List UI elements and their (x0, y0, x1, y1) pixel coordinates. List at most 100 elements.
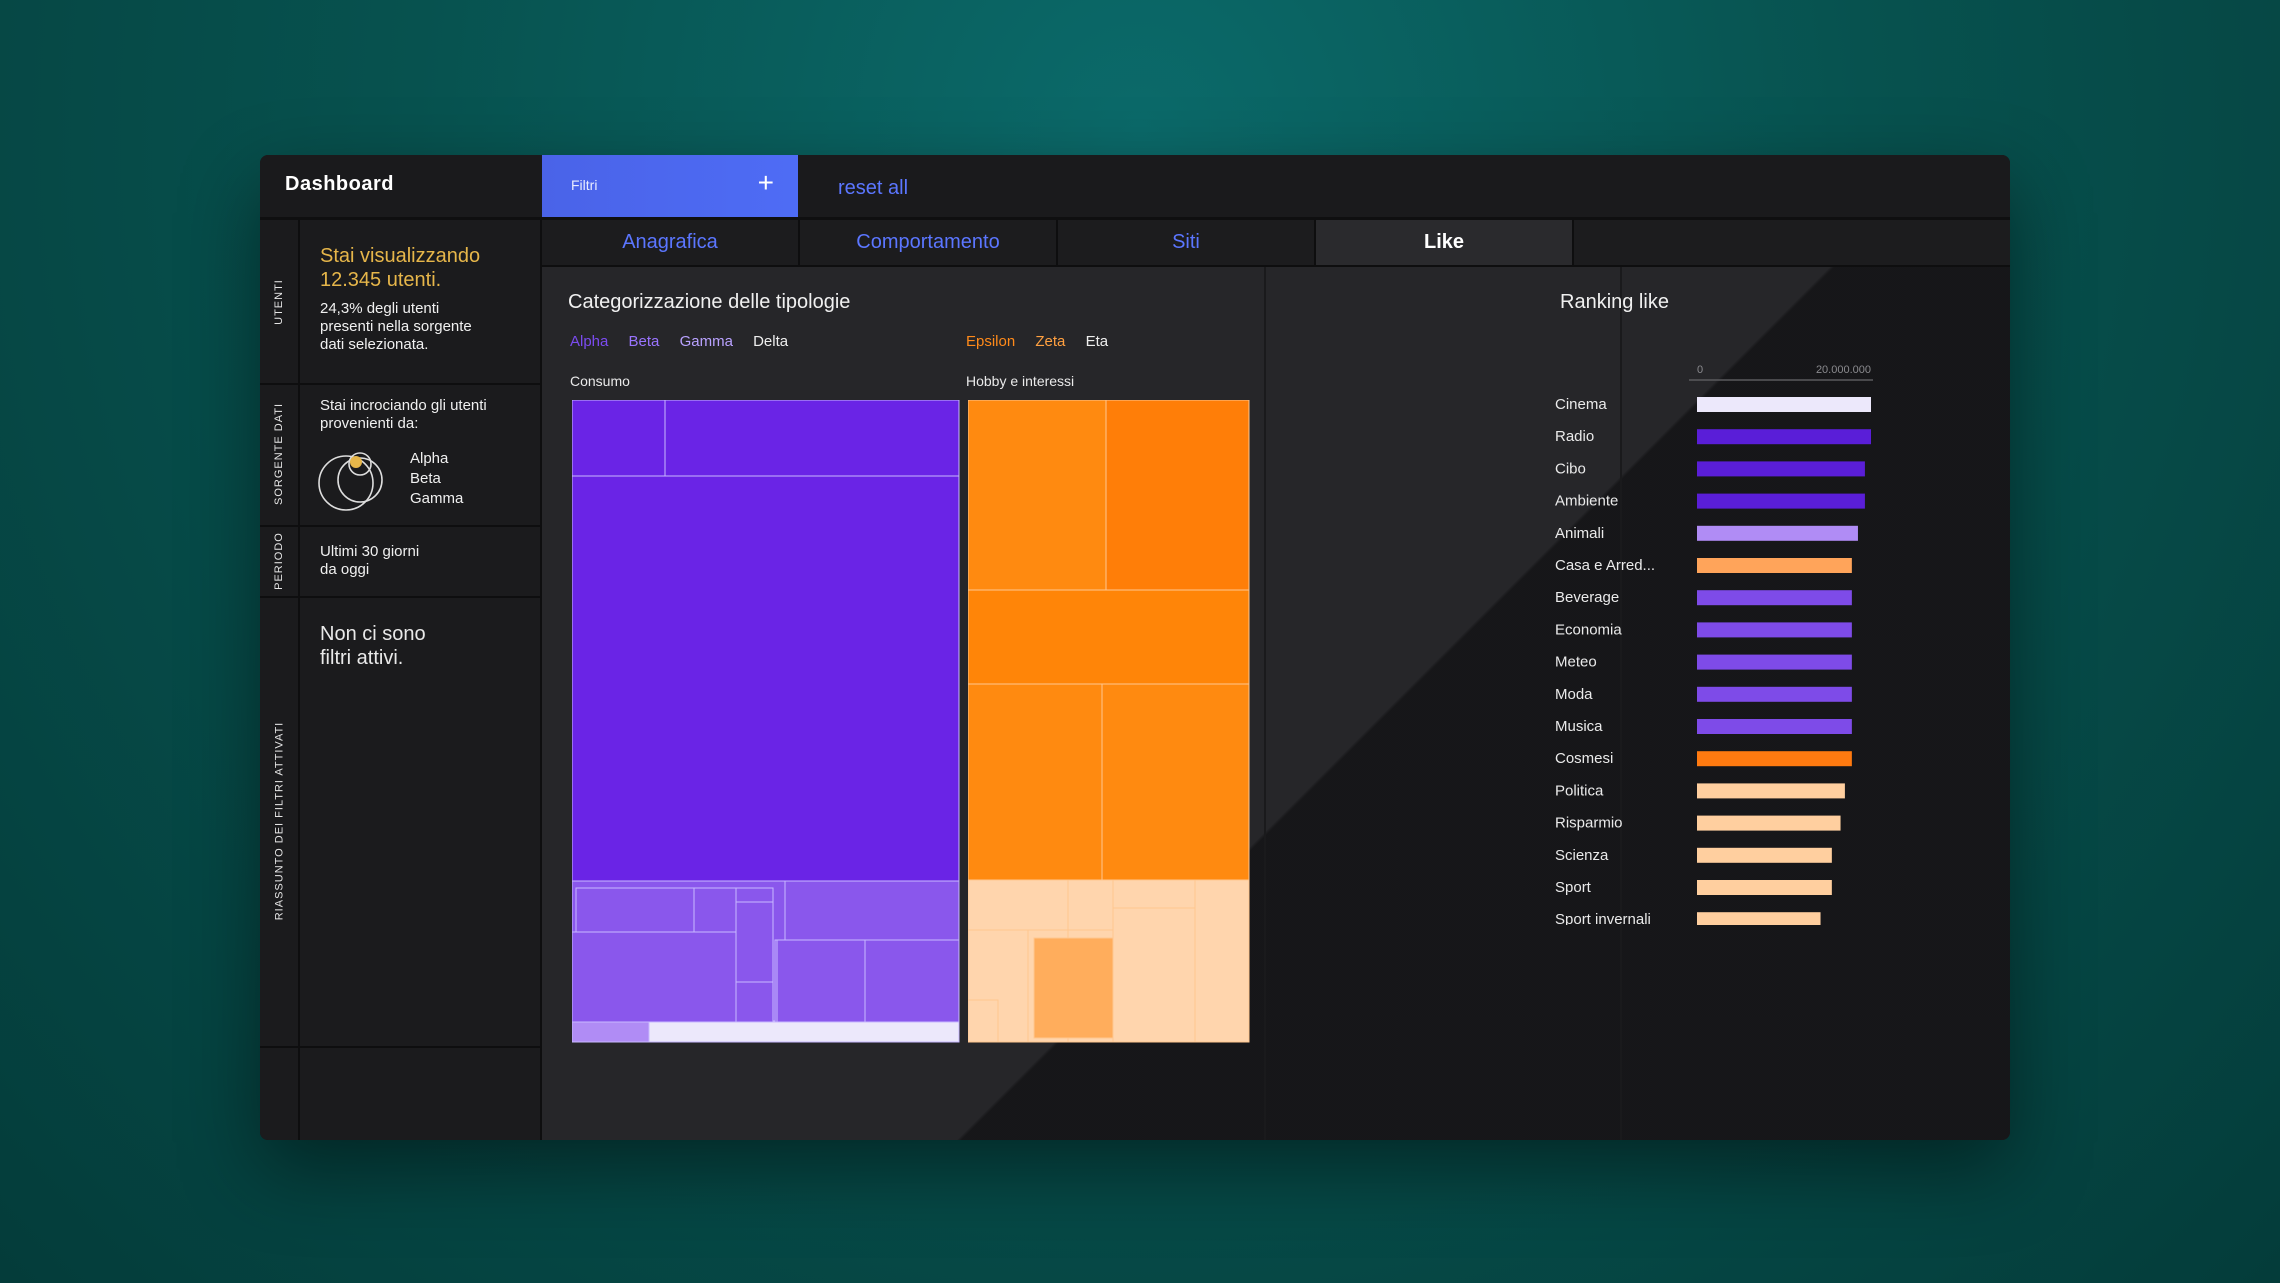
treemap-cell[interactable] (968, 589, 1250, 685)
source-desc-1: Stai incrociando gli utenti (320, 397, 487, 414)
period-value: Ultimi 30 giorni da oggi (320, 543, 419, 579)
treemap-cell[interactable] (572, 475, 960, 882)
users-desc-2: presenti nella sorgente (320, 318, 472, 335)
bar-10[interactable] (1697, 719, 1852, 734)
treemap-cell[interactable] (968, 683, 1103, 881)
bar-8[interactable] (1697, 654, 1852, 670)
treemap-cell[interactable] (1105, 400, 1250, 591)
treemap-cell[interactable] (1194, 879, 1250, 1043)
tab-comportamento[interactable]: Comportamento (800, 220, 1058, 265)
source-section-label: SORGENTE DATI (273, 402, 285, 506)
source-item-beta: Beta (410, 470, 441, 487)
bar-7[interactable] (1697, 622, 1852, 638)
tab-anagrafica[interactable]: Anagrafica (542, 220, 800, 265)
bar-0[interactable] (1697, 397, 1871, 412)
bar-3[interactable] (1697, 493, 1865, 509)
source-desc: Stai incrociando gli utenti provenienti … (320, 397, 487, 433)
bar-category-label: Animali (1555, 525, 1604, 542)
legend-delta[interactable]: Delta (753, 333, 788, 350)
bar-category-label: Cosmesi (1555, 750, 1613, 767)
bar-category-label: Meteo (1555, 654, 1597, 671)
reset-all-button[interactable]: reset all (838, 177, 908, 200)
treemap-cell[interactable] (968, 879, 1069, 931)
treemap-cell[interactable] (664, 400, 960, 477)
summary-section: RIASSUNTO DEI FILTRI ATTIVATI Non ci son… (260, 596, 540, 1048)
treemap-cell[interactable] (572, 400, 666, 477)
legend-zeta[interactable]: Zeta (1035, 333, 1065, 350)
tab-like[interactable]: Like (1316, 220, 1574, 265)
users-count: 12.345 utenti. (320, 269, 442, 291)
bar-category-label: Risparmio (1555, 815, 1623, 832)
treemap-cell[interactable] (1112, 879, 1196, 909)
treemap-cell[interactable] (735, 887, 774, 903)
bar-11[interactable] (1697, 751, 1852, 767)
users-desc-3: dati selezionata. (320, 336, 429, 353)
treemap-cell[interactable] (968, 999, 999, 1043)
source-list: Alpha Beta Gamma (410, 449, 463, 509)
bar-4[interactable] (1697, 525, 1858, 541)
ranking-title: Ranking like (1560, 291, 1669, 313)
bar-14[interactable] (1697, 847, 1832, 863)
bar-category-label: Scienza (1555, 847, 1609, 864)
summary-line-1: Non ci sono (320, 623, 426, 645)
treemap-cell[interactable] (693, 887, 737, 933)
period-line-2: da oggi (320, 561, 370, 578)
bar-category-label: Moda (1555, 686, 1593, 703)
treemap-cell[interactable] (735, 981, 774, 1023)
treemap-consumo (572, 400, 960, 1043)
bar-category-label: Beverage (1555, 589, 1619, 606)
bar-2[interactable] (1697, 461, 1865, 477)
bar-category-label: Sport invernali (1555, 911, 1651, 925)
treemap-cell[interactable] (575, 887, 695, 933)
tab-bar: Anagrafica Comportamento Siti Like (542, 220, 2010, 267)
summary-section-label: RIASSUNTO DEI FILTRI ATTIVATI (273, 721, 286, 921)
users-desc-1: 24,3% degli utenti (320, 300, 440, 317)
bar-5[interactable] (1697, 558, 1852, 573)
treemap-legend-left: Alpha Beta Gamma Delta (570, 333, 804, 350)
filters-label: Filtri (571, 177, 598, 193)
legend-gamma[interactable]: Gamma (680, 333, 733, 350)
legend-alpha[interactable]: Alpha (570, 333, 608, 350)
bar-12[interactable] (1697, 783, 1845, 799)
treemap-cell[interactable] (864, 939, 960, 1023)
treemap-cell[interactable] (1033, 937, 1114, 1039)
legend-eta[interactable]: Eta (1086, 333, 1109, 350)
bar-16[interactable] (1697, 912, 1821, 925)
treemap-cell[interactable] (968, 400, 1107, 591)
period-section: PERIODO Ultimi 30 giorni da oggi (260, 525, 540, 598)
treemap-group-hobby: Hobby e interessi (966, 373, 1075, 389)
source-item-alpha: Alpha (410, 450, 449, 467)
legend-epsilon[interactable]: Epsilon (966, 333, 1015, 350)
bar-13[interactable] (1697, 815, 1841, 831)
bar-6[interactable] (1697, 590, 1852, 606)
bar-category-label: Sport (1555, 879, 1592, 896)
treemap-cell[interactable] (1101, 683, 1250, 881)
bar-category-label: Radio (1555, 428, 1594, 445)
bar-9[interactable] (1697, 686, 1852, 702)
treemap-cell[interactable] (776, 939, 866, 1023)
top-bar: Dashboard Filtri + reset all (260, 155, 2010, 220)
bar-category-label: Musica (1555, 718, 1603, 735)
legend-beta[interactable]: Beta (629, 333, 660, 350)
treemap-cell[interactable] (1067, 879, 1114, 931)
filters-button[interactable]: Filtri + (542, 155, 798, 217)
tab-siti[interactable]: Siti (1058, 220, 1316, 265)
bar-1[interactable] (1697, 429, 1871, 445)
treemap-group-consumo: Consumo (570, 373, 630, 389)
treemap-legend-right: Epsilon Zeta Eta (966, 333, 1124, 350)
treemap-cell[interactable] (735, 901, 774, 983)
summary-value: Non ci sono filtri attivi. (320, 622, 426, 670)
sidebar: UTENTI Stai visualizzando 12.345 utenti.… (260, 220, 543, 1140)
users-section: UTENTI Stai visualizzando 12.345 utenti.… (260, 220, 540, 385)
period-section-label: PERIODO (273, 531, 286, 590)
treemap-cell[interactable] (572, 1021, 650, 1043)
treemap-cell[interactable] (1112, 907, 1196, 1043)
plus-icon[interactable]: + (758, 169, 774, 197)
treemap-cell[interactable] (572, 931, 737, 1023)
source-item-gamma: Gamma (410, 490, 464, 507)
users-headline: Stai visualizzando (320, 245, 481, 267)
bar-15[interactable] (1697, 880, 1832, 895)
bar-category-label: Cibo (1555, 460, 1586, 477)
app-title: Dashboard (285, 173, 394, 195)
treemap-cell[interactable] (648, 1021, 960, 1043)
